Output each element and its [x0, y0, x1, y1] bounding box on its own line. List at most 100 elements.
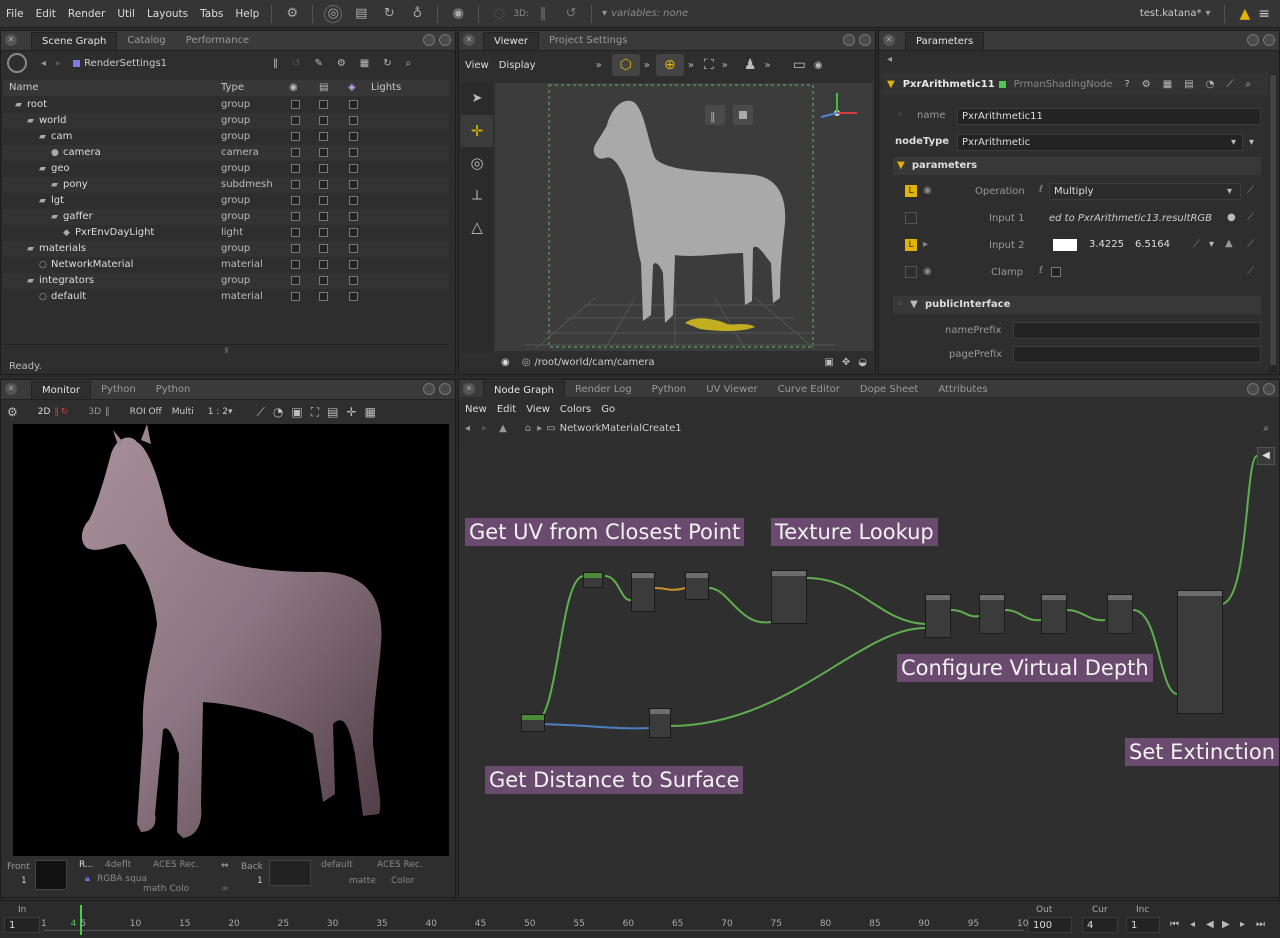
menu-colors[interactable]: Colors — [560, 404, 591, 415]
out-field[interactable]: 100 — [1028, 917, 1072, 933]
forward-icon[interactable]: ▸ — [482, 423, 487, 434]
visibility-checkbox[interactable] — [291, 244, 300, 253]
scene-graph-row[interactable]: ○ default material — [3, 289, 449, 305]
rotate-icon[interactable]: ◎ — [461, 147, 493, 179]
back-thumbnail[interactable] — [269, 860, 311, 886]
cur-field[interactable]: 4 — [1082, 917, 1118, 933]
front-math[interactable]: math Colo — [143, 884, 189, 894]
page-prefix-field[interactable] — [1013, 346, 1261, 363]
graph-node[interactable] — [925, 594, 951, 638]
chevron-down-icon[interactable]: ▾ — [228, 407, 233, 417]
back-colorspace[interactable]: ACES Rec. — [377, 860, 423, 870]
scene-graph-row[interactable]: ▰ cam group — [3, 129, 449, 145]
viewport-3d[interactable]: ‖ — [495, 83, 873, 351]
graph-node[interactable] — [979, 594, 1005, 634]
menu-view[interactable]: View — [465, 60, 489, 71]
back-layer[interactable]: default — [321, 860, 353, 870]
pause-icon[interactable]: ‖ — [534, 5, 552, 23]
project-name[interactable]: test.katana* — [1140, 8, 1202, 19]
close-icon[interactable]: ✕ — [463, 34, 475, 46]
camera-icon[interactable]: ◉ — [814, 60, 823, 71]
menu-new[interactable]: New — [465, 404, 487, 415]
backdrop-label-extinction[interactable]: Set Extinction — [1125, 738, 1279, 766]
visibility-checkbox[interactable] — [291, 276, 300, 285]
visibility-checkbox[interactable] — [349, 132, 358, 141]
tab-performance[interactable]: Performance — [176, 32, 259, 50]
backdrop-label-texture[interactable]: Texture Lookup — [771, 518, 938, 546]
film-icon[interactable]: ▣ — [824, 357, 833, 368]
tab-project-settings[interactable]: Project Settings — [539, 32, 637, 50]
menu-view[interactable]: View — [526, 404, 550, 415]
back-icon[interactable]: ◂ — [41, 58, 46, 69]
scene-graph-row[interactable]: ▰ root group — [3, 97, 449, 113]
eye-icon[interactable]: ◉ — [923, 266, 932, 277]
render-image[interactable] — [13, 424, 449, 856]
local-badge[interactable]: L — [905, 185, 917, 197]
expand-icon[interactable]: » — [688, 60, 694, 71]
scene-graph-row[interactable]: ▰ gaffer group — [3, 209, 449, 225]
graph-node[interactable] — [1041, 594, 1067, 634]
last-frame-icon[interactable]: ⏭︎ — [1256, 919, 1265, 930]
visibility-checkbox[interactable] — [349, 164, 358, 173]
menu-file[interactable]: File — [0, 0, 30, 28]
pin-icon[interactable]: ⟋ — [1247, 239, 1254, 250]
layout-icon[interactable]: ▤ — [1184, 79, 1193, 90]
crop-icon[interactable]: ▤ — [327, 405, 338, 419]
menu-layouts[interactable]: Layouts — [141, 0, 194, 28]
expand-icon[interactable]: » — [764, 60, 770, 71]
pin-icon[interactable]: ⟋ — [1247, 266, 1254, 277]
scene-graph-row[interactable]: ▰ geo group — [3, 161, 449, 177]
first-frame-icon[interactable]: ⏮︎ — [1170, 919, 1179, 930]
translate-icon[interactable]: ✛ — [461, 115, 493, 147]
pane-options-icon[interactable] — [1247, 34, 1259, 46]
pane-maximize-icon[interactable] — [439, 34, 451, 46]
name-prefix-field[interactable] — [1013, 322, 1261, 339]
pin-icon[interactable]: ⟋ — [1247, 185, 1254, 196]
frame-icon[interactable]: ⛶ — [704, 57, 714, 73]
warning-icon[interactable]: ▲ — [1239, 6, 1250, 22]
lock-icon[interactable]: 🔒︎ — [85, 874, 90, 884]
refresh-icon[interactable]: ↺ — [292, 58, 300, 69]
back-color[interactable]: Color — [391, 876, 415, 886]
tab-catalog[interactable]: Catalog — [117, 32, 175, 50]
link-icon[interactable]: ● — [1227, 212, 1236, 223]
in-field[interactable]: 1 — [4, 917, 40, 933]
frame-icon[interactable]: ⛶ — [311, 405, 319, 420]
swap-icon[interactable]: ⇔ — [221, 861, 229, 871]
expand-icon[interactable]: » — [722, 60, 728, 71]
person-icon[interactable]: ♟ — [744, 57, 757, 73]
tab-scene-graph[interactable]: Scene Graph — [31, 32, 118, 50]
lights-icon[interactable]: ◈ — [348, 80, 356, 96]
render-region-icon[interactable]: ▤ — [352, 5, 370, 23]
refresh-icon[interactable]: ↻ — [383, 58, 391, 69]
brush-icon[interactable]: ⟋ — [257, 405, 265, 420]
globe-icon[interactable]: ⊕ — [655, 54, 684, 76]
front-thumbnail[interactable] — [35, 860, 67, 890]
forward-icon[interactable]: ▸ — [56, 58, 61, 69]
back-icon[interactable]: ◂ — [465, 423, 470, 434]
expression-icon[interactable]: ℓ — [1039, 265, 1043, 276]
graph-node[interactable] — [771, 570, 807, 624]
visibility-checkbox[interactable] — [349, 228, 358, 237]
visibility-checkbox[interactable] — [349, 292, 358, 301]
roi-toggle[interactable]: ROI Off — [130, 407, 162, 417]
layout-icon[interactable]: ▦ — [360, 58, 369, 69]
visibility-checkbox[interactable] — [319, 228, 328, 237]
visibility-checkbox[interactable] — [319, 292, 328, 301]
pivot-icon[interactable]: △ — [461, 211, 493, 243]
play-back-icon[interactable]: ◀ — [1206, 919, 1214, 930]
column-type[interactable]: Type — [221, 80, 244, 96]
probe-icon[interactable]: ♁ — [408, 5, 426, 23]
name-field[interactable]: PxrArithmetic11 — [957, 108, 1261, 125]
pane-maximize-icon[interactable] — [1263, 34, 1275, 46]
next-frame-icon[interactable]: ▸ — [1240, 919, 1245, 930]
front-channels[interactable]: RGBA squa — [97, 874, 147, 884]
gear-icon[interactable]: ⚙ — [1142, 79, 1151, 90]
input2-value-1[interactable]: 3.4225 — [1085, 237, 1131, 254]
select-icon[interactable]: ➤ — [461, 83, 493, 115]
collapse-icon[interactable]: ▼ — [887, 79, 895, 90]
edit-icon[interactable]: ✎ — [314, 58, 322, 69]
visibility-checkbox[interactable] — [319, 180, 328, 189]
close-icon[interactable]: ✕ — [883, 34, 895, 46]
visibility-icon[interactable]: ◉ — [289, 80, 298, 96]
